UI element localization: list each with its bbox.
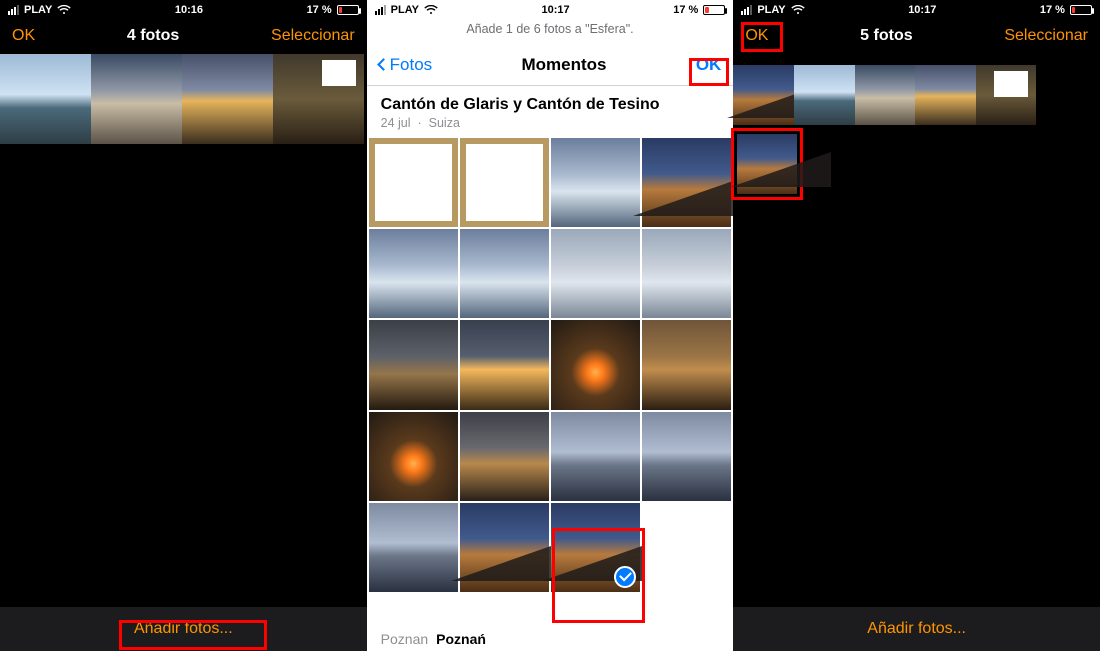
photo-thumb[interactable] <box>0 54 91 144</box>
album-sep: · <box>418 116 422 130</box>
moment-cell[interactable] <box>460 138 549 227</box>
ok-button[interactable]: OK <box>12 27 35 45</box>
page-title: 4 fotos <box>127 27 179 45</box>
moment-cell[interactable] <box>369 320 458 409</box>
wifi-icon <box>57 5 71 15</box>
album-header: Cantón de Glaris y Cantón de Tesino 24 j… <box>367 86 734 138</box>
moment-cell[interactable] <box>551 320 640 409</box>
clock: 10:17 <box>908 4 936 16</box>
moment-cell[interactable] <box>369 412 458 501</box>
back-label: Fotos <box>390 55 433 75</box>
add-photos-label: Añadir fotos... <box>867 620 966 638</box>
clock: 10:17 <box>542 4 570 16</box>
moment-cell[interactable] <box>551 412 640 501</box>
page-title: 5 fotos <box>860 27 912 45</box>
carrier-label: PLAY <box>757 4 785 16</box>
photo-strip <box>733 65 1100 125</box>
screen-2-photo-picker: PLAY 10:17 17 % Añade 1 de 6 fotos a "Es… <box>367 0 734 651</box>
album-country: Suiza <box>429 116 460 130</box>
battery-percent: 17 % <box>673 4 698 16</box>
battery-icon <box>1070 5 1092 15</box>
moment-cell[interactable] <box>642 412 731 501</box>
photo-thumb[interactable] <box>794 65 855 125</box>
photo-thumb[interactable] <box>976 65 1037 125</box>
moment-cell[interactable] <box>551 229 640 318</box>
signal-icon <box>375 5 386 15</box>
carrier-label: PLAY <box>24 4 52 16</box>
add-photos-button[interactable]: Añadir fotos... <box>0 607 367 651</box>
status-bar: PLAY 10:17 17 % <box>733 0 1100 18</box>
ok-button[interactable]: OK <box>696 55 722 75</box>
status-bar: PLAY 10:16 17 % <box>0 0 367 18</box>
status-bar: PLAY 10:17 17 % <box>367 0 734 18</box>
moment-cell[interactable] <box>369 229 458 318</box>
nav-title: Momentos <box>522 55 607 75</box>
photo-thumb[interactable] <box>91 54 182 144</box>
photo-thumb[interactable] <box>733 65 794 125</box>
signal-icon <box>741 5 752 15</box>
add-photos-button[interactable]: Añadir fotos... <box>733 607 1100 651</box>
moment-cell[interactable] <box>551 138 640 227</box>
moment-cell[interactable] <box>642 229 731 318</box>
picker-nav-bar: Fotos Momentos OK <box>367 44 734 86</box>
carrier-label: PLAY <box>391 4 419 16</box>
battery-percent: 17 % <box>1040 4 1065 16</box>
battery-icon <box>703 5 725 15</box>
moment-cell[interactable] <box>460 320 549 409</box>
signal-icon <box>8 5 19 15</box>
moment-cell[interactable] <box>369 138 458 227</box>
photo-thumb[interactable] <box>855 65 916 125</box>
photo-thumb[interactable] <box>273 54 364 144</box>
moment-cell-selected[interactable] <box>551 503 640 592</box>
screen-3-watch-photos: PLAY 10:17 17 % OK 5 fotos Seleccionar <box>733 0 1100 651</box>
nav-bar: OK 4 fotos Seleccionar <box>0 18 367 54</box>
moment-cell[interactable] <box>369 503 458 592</box>
moment-cell[interactable] <box>460 412 549 501</box>
add-photos-label: Añadir fotos... <box>134 620 233 638</box>
photo-thumb[interactable] <box>182 54 273 144</box>
wifi-icon <box>791 5 805 15</box>
select-button[interactable]: Seleccionar <box>1004 27 1088 45</box>
moment-cell[interactable] <box>642 320 731 409</box>
moments-grid[interactable] <box>367 138 734 592</box>
back-button[interactable]: Fotos <box>379 55 433 75</box>
place-a: Poznan <box>381 631 428 647</box>
instruction-text: Añade 1 de 6 fotos a "Esfera". <box>367 18 734 44</box>
wifi-icon <box>424 5 438 15</box>
photo-thumb[interactable] <box>915 65 976 125</box>
place-b: Poznań <box>436 631 486 647</box>
highlight-new-photo <box>731 128 803 200</box>
screen-1-watch-photos: PLAY 10:16 17 % OK 4 fotos Seleccionar A… <box>0 0 367 651</box>
moment-cell[interactable] <box>460 503 549 592</box>
photo-strip <box>0 54 367 144</box>
battery-percent: 17 % <box>307 4 332 16</box>
checkmark-icon <box>614 566 636 588</box>
album-title: Cantón de Glaris y Cantón de Tesino <box>381 96 720 114</box>
nav-bar: OK 5 fotos Seleccionar <box>733 18 1100 54</box>
ok-button[interactable]: OK <box>745 27 768 45</box>
select-button[interactable]: Seleccionar <box>271 27 355 45</box>
album-subtitle: 24 jul · Suiza <box>381 116 720 130</box>
album-date: 24 jul <box>381 116 411 130</box>
battery-icon <box>337 5 359 15</box>
moment-cell[interactable] <box>642 138 731 227</box>
clock: 10:16 <box>175 4 203 16</box>
next-section-header: Poznan Poznań <box>367 627 734 651</box>
moment-cell[interactable] <box>460 229 549 318</box>
chevron-left-icon <box>377 58 390 71</box>
